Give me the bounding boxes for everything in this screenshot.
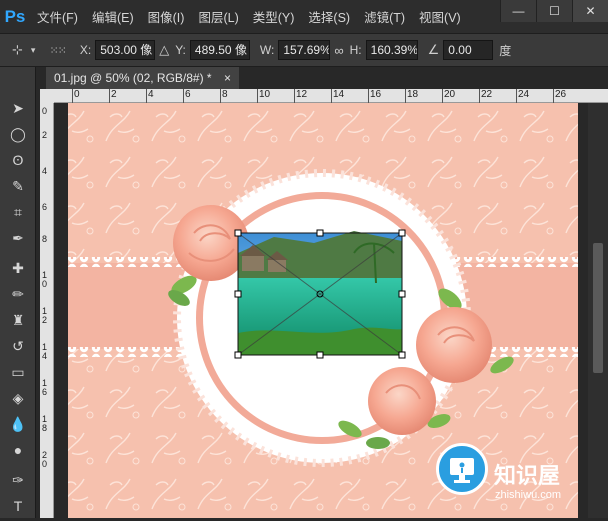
maximize-button[interactable]: ☐ bbox=[536, 0, 572, 22]
history-brush-tool-icon[interactable]: ↺ bbox=[6, 335, 30, 357]
type-tool-icon[interactable]: T bbox=[6, 495, 30, 517]
healing-brush-tool-icon[interactable]: ✚ bbox=[6, 257, 30, 279]
vertical-ruler[interactable]: 0 2 4 6 8 10 12 14 16 18 20 bbox=[40, 103, 54, 518]
lasso-tool-icon[interactable]: ʘ bbox=[6, 149, 30, 171]
w-label: W: bbox=[259, 43, 275, 57]
options-bar: ⊹ ▾ ⁙⁙ X: 503.00 像 △ Y: 489.50 像 W: 157.… bbox=[0, 33, 608, 67]
eraser-tool-icon[interactable]: ▭ bbox=[6, 361, 30, 383]
watermark-url: zhishiwu.com bbox=[495, 489, 562, 501]
menu-view[interactable]: 视图(V) bbox=[412, 7, 468, 26]
relative-position-icon[interactable]: △ bbox=[159, 42, 169, 58]
menu-bar: Ps 文件(F) 编辑(E) 图像(I) 图层(L) 类型(Y) 选择(S) 滤… bbox=[0, 0, 608, 33]
h-label: H: bbox=[349, 43, 362, 57]
ruler-h-label: 10 bbox=[256, 89, 271, 103]
ruler-h-label: 6 bbox=[183, 89, 191, 103]
close-button[interactable]: ✕ bbox=[572, 0, 608, 22]
h-field[interactable]: 160.39% bbox=[365, 40, 418, 60]
w-field[interactable]: 157.69% bbox=[278, 40, 331, 60]
ruler-v-label: 2 bbox=[42, 130, 48, 140]
menu-type[interactable]: 类型(Y) bbox=[246, 7, 302, 26]
vertical-scrollbar[interactable] bbox=[588, 103, 608, 518]
ruler-h-label: 24 bbox=[515, 89, 530, 103]
ruler-h-label: 16 bbox=[367, 89, 382, 103]
horizontal-ruler[interactable]: 0 2 4 6 8 10 12 14 16 18 20 22 24 26 bbox=[54, 89, 608, 103]
ruler-v-label: 20 bbox=[42, 450, 48, 469]
ruler-v-label: 0 bbox=[42, 106, 48, 116]
ruler-v-label: 4 bbox=[42, 166, 48, 176]
angle-unit: 度 bbox=[499, 43, 512, 58]
watermark-name: 知识屋 bbox=[494, 463, 561, 488]
blur-tool-icon[interactable]: 💧 bbox=[6, 413, 30, 435]
ruler-v-label: 6 bbox=[42, 202, 48, 212]
document-canvas[interactable] bbox=[54, 103, 588, 518]
y-label: Y: bbox=[175, 43, 186, 57]
angle-icon: ∠ bbox=[427, 42, 440, 57]
menu-image[interactable]: 图像(I) bbox=[141, 7, 192, 26]
link-icon[interactable]: ∞ bbox=[334, 43, 343, 58]
ruler-v-label: 14 bbox=[42, 342, 48, 361]
transform-tool-icon[interactable]: ⊹ bbox=[12, 42, 23, 58]
close-tab-icon[interactable]: × bbox=[224, 71, 231, 85]
paint-bucket-tool-icon[interactable]: ◈ bbox=[6, 387, 30, 409]
ruler-v-label: 16 bbox=[42, 378, 48, 397]
ruler-v-label: 8 bbox=[42, 234, 48, 244]
y-field[interactable]: 489.50 像 bbox=[189, 40, 250, 60]
crop-tool-icon[interactable]: ⌗ bbox=[6, 201, 30, 223]
ruler-h-label: 2 bbox=[109, 89, 117, 103]
ruler-corner bbox=[40, 89, 54, 103]
clone-stamp-tool-icon[interactable]: ♜ bbox=[6, 309, 30, 331]
ruler-h-label: 12 bbox=[293, 89, 308, 103]
ruler-h-label: 4 bbox=[146, 89, 154, 103]
brush-tool-icon[interactable]: ✏ bbox=[6, 283, 30, 305]
x-field[interactable]: 503.00 像 bbox=[95, 40, 156, 60]
ruler-h-label: 8 bbox=[220, 89, 228, 103]
document-tab[interactable]: 01.jpg @ 50% (02, RGB/8#) * × bbox=[46, 67, 239, 89]
move-tool-icon[interactable]: ➤ bbox=[6, 97, 30, 119]
canvas-area[interactable] bbox=[54, 103, 588, 518]
menu-filter[interactable]: 滤镜(T) bbox=[357, 7, 412, 26]
ruler-h-label: 0 bbox=[72, 89, 80, 103]
scrollbar-thumb[interactable] bbox=[593, 243, 603, 373]
ruler-h-label: 22 bbox=[478, 89, 493, 103]
menu-select[interactable]: 选择(S) bbox=[301, 7, 357, 26]
angle-field[interactable]: 0.00 bbox=[443, 40, 494, 60]
reference-point-icon[interactable]: ⁙⁙ bbox=[49, 44, 66, 57]
document-tab-title: 01.jpg @ 50% (02, RGB/8#) * bbox=[54, 71, 212, 85]
photoshop-logo: Ps bbox=[4, 6, 26, 26]
pen-tool-icon[interactable]: ✑ bbox=[6, 469, 30, 491]
menu-file[interactable]: 文件(F) bbox=[30, 7, 85, 26]
ruler-h-label: 18 bbox=[404, 89, 419, 103]
ruler-v-label: 10 bbox=[42, 270, 48, 289]
x-label: X: bbox=[79, 43, 92, 57]
ruler-v-label: 18 bbox=[42, 414, 48, 433]
eyedropper-tool-icon[interactable]: ✒ bbox=[6, 227, 30, 249]
menu-layer[interactable]: 图层(L) bbox=[191, 7, 245, 26]
toolbox: ➤ ◯ ʘ ✎ ⌗ ✒ ✚ ✏ ♜ ↺ ▭ ◈ 💧 ● ✑ T bbox=[0, 67, 36, 518]
minimize-button[interactable]: — bbox=[500, 0, 536, 22]
window-controls: — ☐ ✕ bbox=[500, 0, 608, 22]
document-tab-bar: 01.jpg @ 50% (02, RGB/8#) * × bbox=[36, 67, 608, 89]
marquee-tool-icon[interactable]: ◯ bbox=[6, 123, 30, 145]
quick-selection-tool-icon[interactable]: ✎ bbox=[6, 175, 30, 197]
menu-edit[interactable]: 编辑(E) bbox=[85, 7, 141, 26]
ruler-h-label: 20 bbox=[441, 89, 456, 103]
ruler-h-label: 26 bbox=[552, 89, 567, 103]
ruler-h-label: 14 bbox=[330, 89, 345, 103]
watermark-monitor-icon bbox=[436, 443, 488, 495]
dodge-tool-icon[interactable]: ● bbox=[6, 439, 30, 461]
chevron-down-icon[interactable]: ▾ bbox=[31, 45, 36, 56]
ruler-v-label: 12 bbox=[42, 306, 48, 325]
